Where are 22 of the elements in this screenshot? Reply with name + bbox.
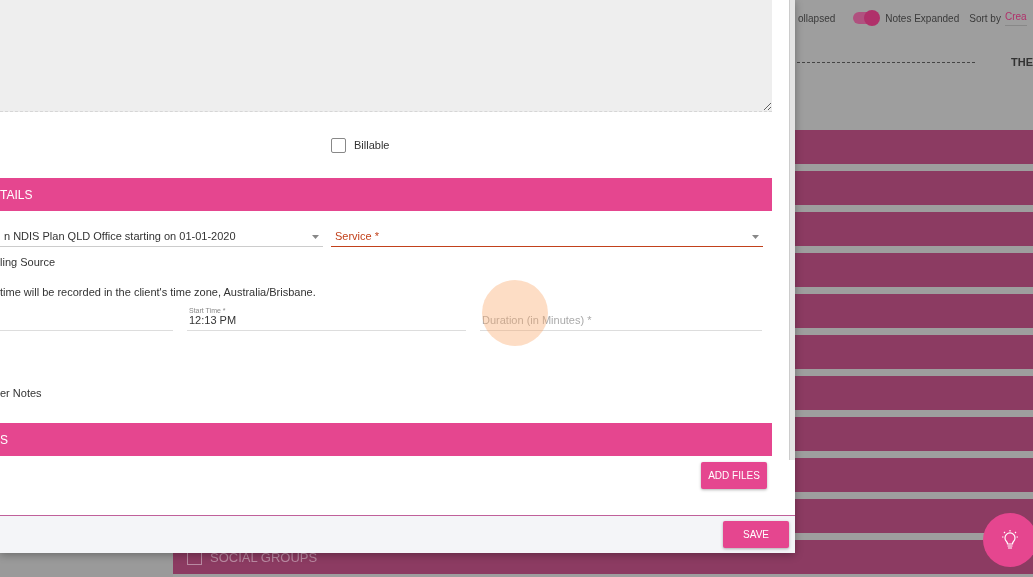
billable-checkbox[interactable] [331, 137, 346, 153]
lightbulb-icon [1000, 529, 1020, 551]
sort-dropdown[interactable]: Crea [1004, 10, 1027, 26]
section-header: TAILS [0, 178, 772, 211]
notes-toggle[interactable] [853, 12, 880, 24]
other-notes-label: er Notes [0, 387, 43, 399]
group-label: SOCIAL GROUPS [210, 549, 318, 565]
service-select[interactable]: Service * [331, 225, 763, 247]
add-files-button[interactable]: ADD FILES [701, 462, 767, 489]
section-header: S [0, 423, 772, 456]
funding-source-label: ling Source [0, 256, 57, 268]
start-time-input[interactable]: 12:13 PM [189, 314, 464, 326]
caret-icon [752, 235, 759, 239]
toggle-label: Notes Expanded [885, 12, 960, 24]
plan-select[interactable]: n NDIS Plan QLD Office starting on 01-01-2020 [0, 225, 323, 247]
view-option-label: ollapsed [798, 12, 836, 24]
section-heading: THE [1011, 56, 1033, 68]
save-button[interactable]: SAVE [723, 521, 789, 548]
timezone-note: time will be recorded in the client's time zone, Australia/Brisbane. [0, 286, 317, 298]
sort-label: Sort by [969, 12, 1001, 24]
billable-label: Billable [354, 139, 390, 151]
caret-icon [312, 235, 319, 239]
